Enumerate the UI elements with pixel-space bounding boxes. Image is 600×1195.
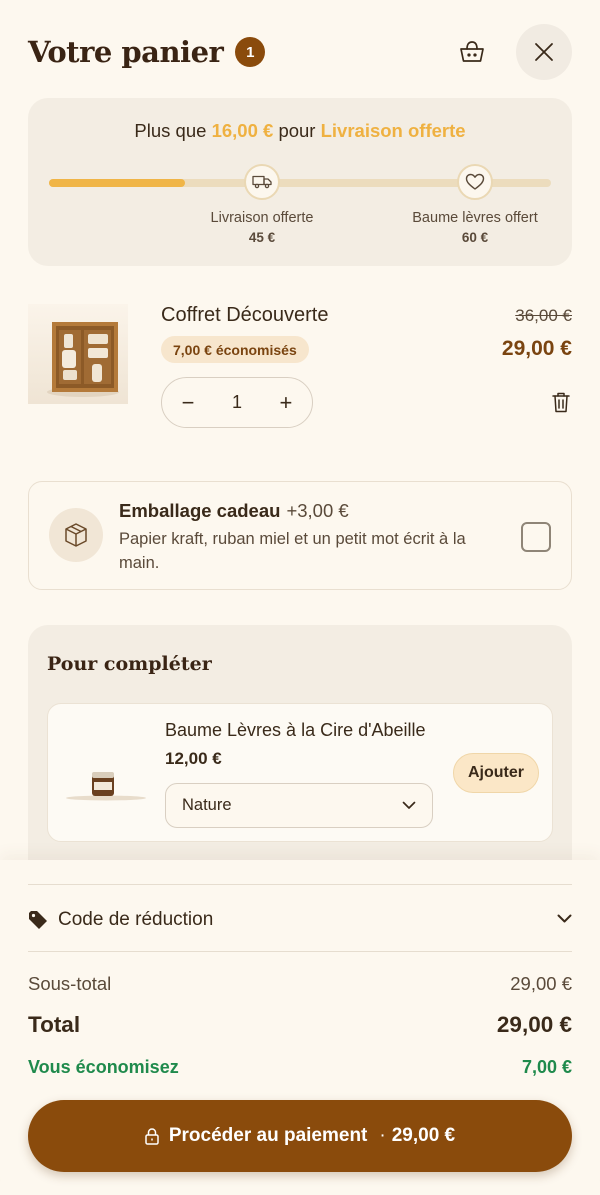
- heart-icon: [465, 173, 485, 190]
- divider: [28, 884, 572, 885]
- sale-price: 29,00 €: [501, 337, 572, 360]
- savings-badge: 7,00 € économisés: [161, 336, 309, 363]
- savings-label: Vous économisez: [28, 1057, 179, 1077]
- cart-count-badge: 1: [235, 37, 266, 67]
- original-price: 36,00 €: [515, 306, 572, 325]
- free-shipping-card: Plus que 16,00 € pour Livraison offerte …: [28, 98, 572, 266]
- shipping-middle: pour: [278, 120, 316, 141]
- variant-select[interactable]: Nature: [165, 783, 433, 828]
- gift-wrap-title-text: Emballage cadeau: [119, 500, 281, 521]
- cart-summary: Code de réduction Sous-total 29,00 € Tot…: [0, 860, 600, 1195]
- upsell-product-name[interactable]: Baume Lèvres à la Cire d'Abeille: [165, 720, 426, 741]
- milestone-lip-balm: [457, 164, 493, 200]
- shipping-goal: Livraison offerte: [320, 120, 466, 141]
- gift-box-icon: [49, 508, 103, 562]
- total-value: 29,00 €: [496, 1012, 572, 1037]
- total-row: Total 29,00 €: [28, 1012, 572, 1038]
- gift-wrap-option[interactable]: Emballage cadeau +3,00 € Papier kraft, ru…: [28, 481, 572, 590]
- upsell-product-card: Baume Lèvres à la Cire d'Abeille 12,00 €…: [47, 703, 553, 842]
- quantity-value: 1: [231, 392, 242, 412]
- chevron-down-icon: [557, 911, 572, 929]
- total-label: Total: [28, 1012, 81, 1037]
- checkout-amount: 29,00 €: [391, 1125, 456, 1146]
- basket-icon[interactable]: [452, 32, 492, 72]
- tag-icon: [29, 911, 47, 929]
- milestone-shipping-label: Livraison offerte: [210, 210, 314, 226]
- savings-value: 7,00 €: [521, 1057, 572, 1077]
- promo-code-toggle[interactable]: Code de réduction: [28, 905, 572, 935]
- upsell-product-price: 12,00 €: [165, 749, 222, 768]
- subtotal-row: Sous-total 29,00 €: [28, 973, 572, 995]
- increase-quantity-button[interactable]: +: [276, 390, 296, 416]
- savings-row: Vous économisez 7,00 €: [28, 1057, 572, 1078]
- promo-code-label: Code de réduction: [58, 909, 214, 930]
- lock-icon: [145, 1127, 159, 1145]
- subtotal-value: 29,00 €: [510, 973, 572, 994]
- upsell-section: Pour compléter Baume Lèvres à la Cire d'…: [28, 625, 572, 885]
- gift-wrap-description: Papier kraft, ruban miel et un petit mot…: [119, 530, 466, 572]
- cart-header: Votre panier 1: [28, 24, 572, 80]
- gift-wrap-price: +3,00 €: [286, 500, 349, 521]
- product-image-coffret: [28, 304, 128, 404]
- milestone-lip-balm-price: 60 €: [461, 230, 489, 245]
- upsell-product-image: [62, 732, 150, 820]
- gift-wrap-title: Emballage cadeau +3,00 €: [119, 500, 349, 522]
- milestone-shipping-price: 45 €: [248, 230, 276, 245]
- add-upsell-button[interactable]: Ajouter: [453, 753, 539, 793]
- variant-selected-value: Nature: [182, 796, 232, 814]
- quantity-stepper: − 1 +: [161, 377, 313, 428]
- free-shipping-message: Plus que 16,00 € pour Livraison offerte: [28, 120, 572, 142]
- subtotal-label: Sous-total: [28, 973, 112, 994]
- decrease-quantity-button[interactable]: −: [178, 390, 198, 416]
- checkout-label: Procéder au paiement: [168, 1125, 368, 1146]
- gift-wrap-checkbox[interactable]: [521, 522, 551, 552]
- chevron-down-icon: [402, 796, 416, 815]
- shipping-prefix: Plus que: [134, 120, 207, 141]
- shipping-remaining-amount: 16,00 €: [211, 120, 274, 141]
- close-button[interactable]: [516, 24, 572, 80]
- product-name[interactable]: Coffret Découverte: [161, 304, 329, 327]
- cart-drawer: Votre panier 1 Plus que 16,00 € pour Liv…: [0, 0, 600, 1195]
- close-icon: [535, 43, 553, 61]
- trash-icon[interactable]: [550, 390, 572, 414]
- checkout-button[interactable]: Procéder au paiement · 29,00 €: [28, 1100, 572, 1172]
- truck-icon: [252, 175, 272, 189]
- cart-title: Votre panier: [28, 35, 224, 69]
- upsell-title: Pour compléter: [47, 653, 212, 675]
- shipping-progress-fill: [49, 179, 185, 187]
- checkout-separator: ·: [379, 1125, 386, 1146]
- divider: [28, 951, 572, 952]
- milestone-lip-balm-label: Baume lèvres offert: [412, 210, 538, 226]
- milestone-shipping: [244, 164, 280, 200]
